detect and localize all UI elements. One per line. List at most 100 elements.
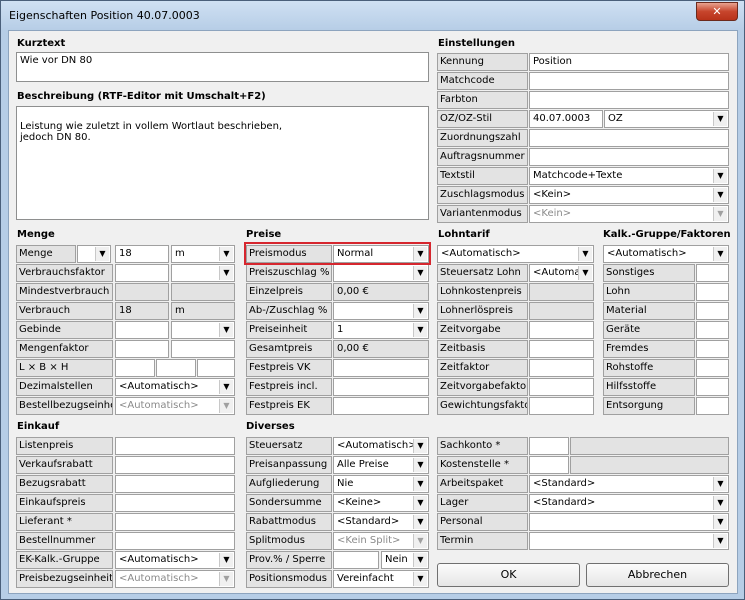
einkauf-einkaufspreis-field[interactable] (115, 494, 235, 512)
misc-sachkonto-desc[interactable] (570, 437, 729, 455)
einkauf-bestellnummer-field[interactable] (115, 532, 235, 550)
misc-sachkonto-field[interactable] (529, 437, 569, 455)
menge-gebinde-unit[interactable]: ▼ (171, 321, 235, 339)
misc-termin-select[interactable]: ▼ (529, 532, 729, 550)
menge-l-b-h-l[interactable] (115, 359, 155, 377)
lohn-lohnerlo-spreis-field[interactable] (529, 302, 594, 320)
einstellung-farbton-field[interactable] (529, 91, 729, 109)
chevron-down-icon[interactable]: ▼ (713, 247, 727, 261)
menge-menge-value[interactable]: 18 (115, 245, 169, 263)
einstellung-kennung-field[interactable]: Position (529, 53, 729, 71)
close-button[interactable]: ✕ (696, 2, 738, 21)
lohn-zeitvorgabe-field[interactable] (529, 321, 594, 339)
chevron-down-icon[interactable]: ▼ (578, 266, 592, 280)
menge-mindestverbrauch-unit[interactable] (171, 283, 235, 301)
einkauf-bezugsrabatt-field[interactable] (115, 475, 235, 493)
einstellung-auftragsnummer-field[interactable] (529, 148, 729, 166)
menge-menge-unit[interactable]: m ▼ (171, 245, 235, 263)
lohn-zeitbasis-field[interactable] (529, 340, 594, 358)
einstellung-textstil-field[interactable]: Matchcode+Texte ▼ (529, 167, 729, 185)
lohn-lohnkostenpreis-field[interactable] (529, 283, 594, 301)
chevron-down-icon[interactable]: ▼ (713, 188, 727, 202)
menge-dezimalstellen-select[interactable]: <Automatisch> ▼ (115, 378, 235, 396)
diverses-preisanpassung-select[interactable]: Alle Preise ▼ (333, 456, 429, 474)
beschreibung-editor[interactable]: Leistung wie zuletzt in vollem Wortlaut … (16, 106, 429, 220)
preis-festpreis-ek-field[interactable] (333, 397, 429, 415)
einkauf-listenpreis-field[interactable] (115, 437, 235, 455)
menge-menge-operator[interactable]: ▼ (77, 245, 111, 263)
chevron-down-icon[interactable]: ▼ (578, 247, 592, 261)
diverses-prov-sperre-select[interactable]: Nein ▼ (381, 551, 429, 569)
chevron-down-icon[interactable]: ▼ (713, 207, 727, 221)
chevron-down-icon[interactable]: ▼ (413, 458, 427, 472)
kalk-gruppe-select[interactable]: <Automatisch> ▼ (603, 245, 729, 263)
chevron-down-icon[interactable]: ▼ (713, 112, 727, 126)
kalk-lohn-field[interactable] (696, 283, 729, 301)
misc-lager-select[interactable]: <Standard> ▼ (529, 494, 729, 512)
kalk-rohstoffe-field[interactable] (696, 359, 729, 377)
kalk-entsorgung-field[interactable] (696, 397, 729, 415)
chevron-down-icon[interactable]: ▼ (413, 572, 427, 586)
menge-l-b-h-h[interactable] (197, 359, 235, 377)
misc-kostenstelle-desc[interactable] (570, 456, 729, 474)
chevron-down-icon[interactable]: ▼ (413, 323, 427, 337)
misc-kostenstelle-field[interactable] (529, 456, 569, 474)
einstellung-oz-oz-stil-select[interactable]: OZ ▼ (604, 110, 729, 128)
menge-mindestverbrauch-value[interactable] (115, 283, 169, 301)
chevron-down-icon[interactable]: ▼ (413, 304, 427, 318)
chevron-down-icon[interactable]: ▼ (219, 553, 233, 567)
diverses-rabattmodus-select[interactable]: <Standard> ▼ (333, 513, 429, 531)
menge-gebinde-value[interactable] (115, 321, 169, 339)
menge-l-b-h-b[interactable] (156, 359, 196, 377)
chevron-down-icon[interactable]: ▼ (95, 247, 109, 261)
einstellung-matchcode-field[interactable] (529, 72, 729, 90)
chevron-down-icon[interactable]: ▼ (219, 266, 233, 280)
lohn-zeitfaktor-field[interactable] (529, 359, 594, 377)
kalk-gera-te-field[interactable] (696, 321, 729, 339)
title-bar[interactable]: Eigenschaften Position 40.07.0003 ✕ (1, 1, 744, 29)
chevron-down-icon[interactable]: ▼ (413, 553, 427, 567)
menge-verbrauch-value[interactable]: 18 (115, 302, 169, 320)
preis-gesamtpreis-field[interactable]: 0,00 € (333, 340, 429, 358)
preis-ab-zuschlag-field[interactable]: ▼ (333, 302, 429, 320)
einkauf-ek-kalk-gruppe-field[interactable]: <Automatisch> ▼ (115, 551, 235, 569)
einstellung-variantenmodus-field[interactable]: <Kein> ▼ (529, 205, 729, 223)
chevron-down-icon[interactable]: ▼ (219, 247, 233, 261)
ok-button[interactable]: OK (437, 563, 580, 587)
kalk-material-field[interactable] (696, 302, 729, 320)
chevron-down-icon[interactable]: ▼ (713, 496, 727, 510)
einstellung-zuordnungszahl-field[interactable] (529, 129, 729, 147)
einkauf-verkaufsrabatt-field[interactable] (115, 456, 235, 474)
lohn-zeitvorgabefaktor-field[interactable] (529, 378, 594, 396)
diverses-sondersumme-select[interactable]: <Keine> ▼ (333, 494, 429, 512)
einstellung-oz-oz-stil-field[interactable]: 40.07.0003 (529, 110, 603, 128)
chevron-down-icon[interactable]: ▼ (713, 169, 727, 183)
einkauf-preisbezugseinheit-field[interactable]: <Automatisch> ▼ (115, 570, 235, 588)
lohn-steuersatz-lohn-field[interactable]: <Automat ▼ (529, 264, 594, 282)
kalk-sonstiges-field[interactable] (696, 264, 729, 282)
kalk-fremdes-field[interactable] (696, 340, 729, 358)
preis-preiszuschlag-field[interactable]: ▼ (333, 264, 429, 282)
diverses-splitmodus-select[interactable]: <Kein Split> ▼ (333, 532, 429, 550)
chevron-down-icon[interactable]: ▼ (713, 534, 727, 548)
chevron-down-icon[interactable]: ▼ (413, 534, 427, 548)
menge-mengenfaktor-value[interactable] (115, 340, 169, 358)
chevron-down-icon[interactable]: ▼ (713, 515, 727, 529)
chevron-down-icon[interactable]: ▼ (713, 477, 727, 491)
preis-preiseinheit-field[interactable]: 1 ▼ (333, 321, 429, 339)
cancel-button[interactable]: Abbrechen (586, 563, 729, 587)
einstellung-zuschlagsmodus-field[interactable]: <Kein> ▼ (529, 186, 729, 204)
menge-bestellbezugseinheit-select[interactable]: <Automatisch> ▼ (115, 397, 235, 415)
chevron-down-icon[interactable]: ▼ (219, 399, 233, 413)
menge-verbrauchsfaktor-unit[interactable]: ▼ (171, 264, 235, 282)
diverses-aufgliederung-select[interactable]: Nie ▼ (333, 475, 429, 493)
kurztext-input[interactable]: Wie vor DN 80 (16, 52, 429, 82)
menge-verbrauchsfaktor-value[interactable] (115, 264, 169, 282)
kalk-hilfsstoffe-field[interactable] (696, 378, 729, 396)
menge-mengenfaktor-unit[interactable] (171, 340, 235, 358)
menge-verbrauch-unit[interactable]: m (171, 302, 235, 320)
chevron-down-icon[interactable]: ▼ (219, 572, 233, 586)
lohn-gewichtungsfaktor-field[interactable] (529, 397, 594, 415)
lohntarif-select[interactable]: <Automatisch> ▼ (437, 245, 594, 263)
misc-arbeitspaket-select[interactable]: <Standard> ▼ (529, 475, 729, 493)
